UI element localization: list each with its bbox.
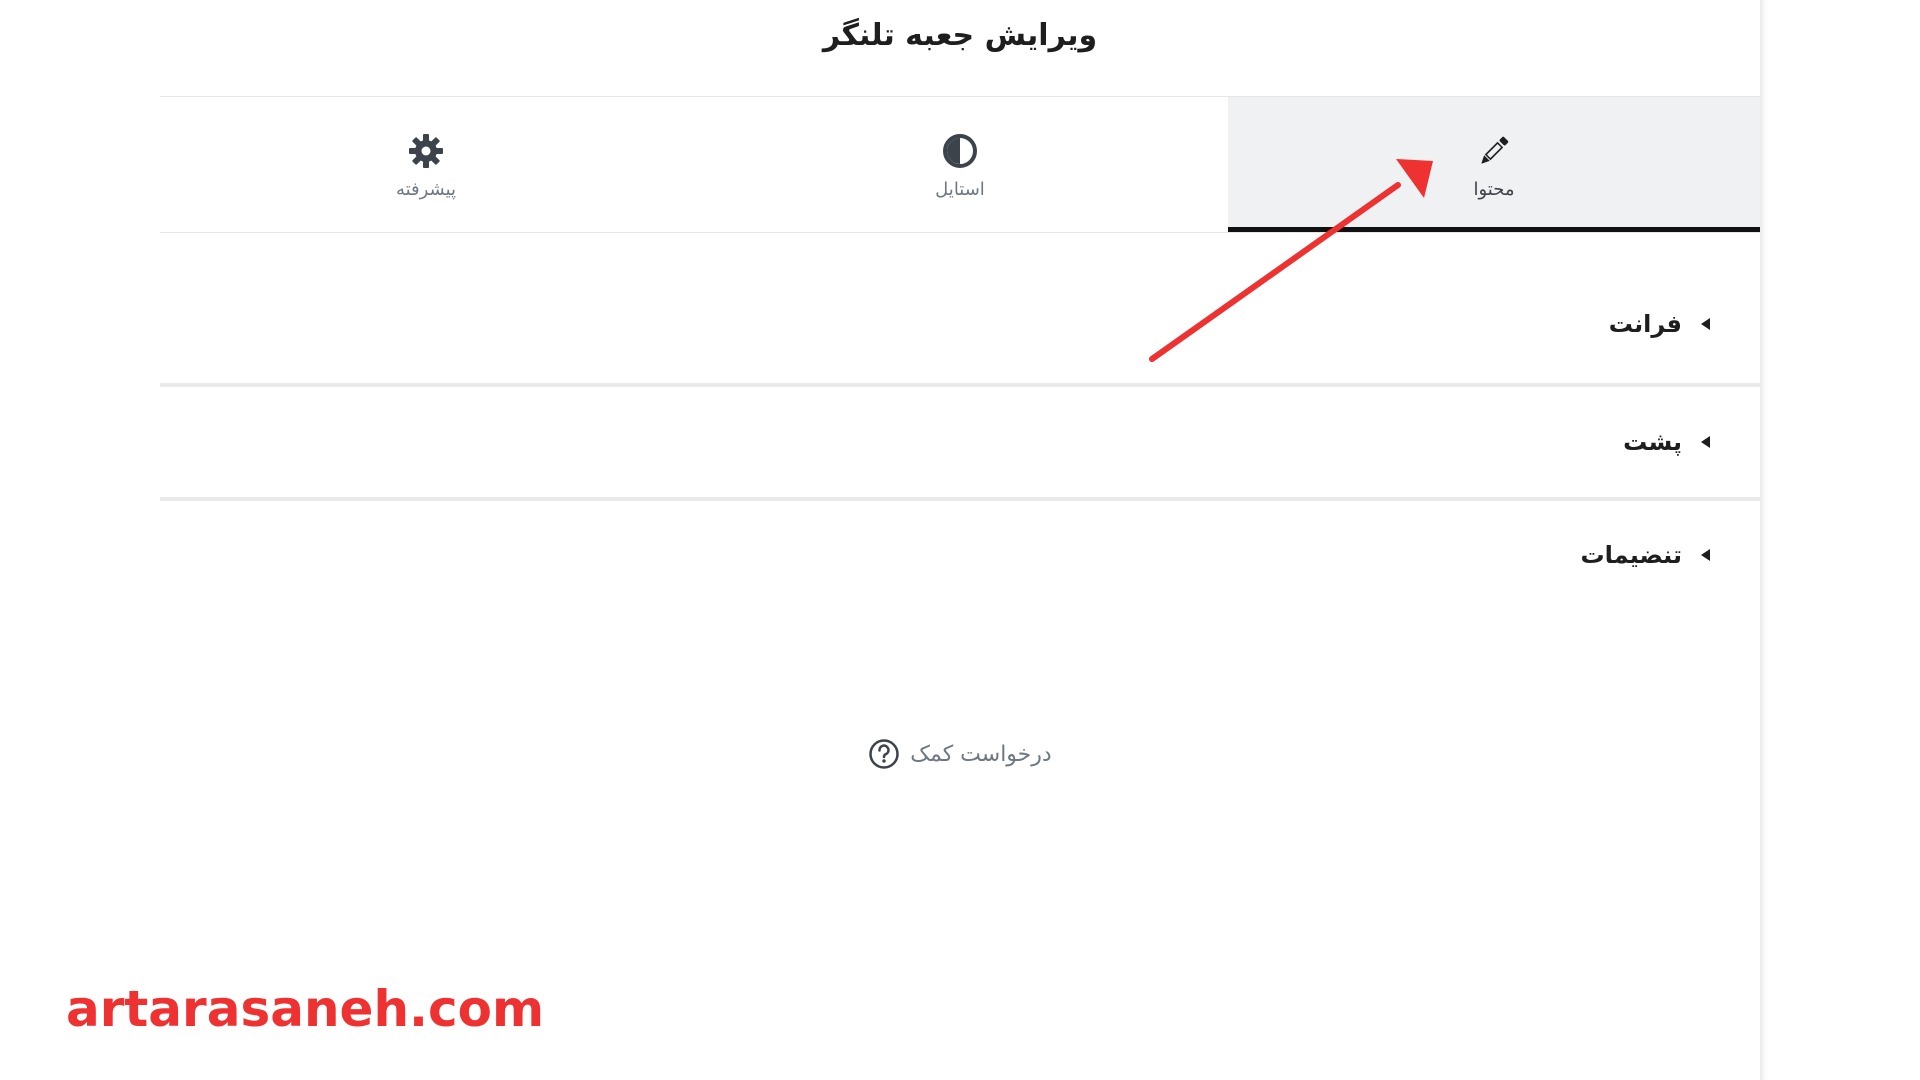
tab-bar: پیشرفته استایل محتوا (160, 97, 1760, 233)
caret-left-icon (1701, 549, 1710, 561)
gear-icon (409, 133, 443, 168)
tab-style[interactable]: استایل (692, 97, 1228, 233)
section-front[interactable]: فرانت (160, 300, 1760, 348)
section-settings[interactable]: تنضیمات (160, 531, 1760, 579)
section-back-title: پشت (1623, 428, 1682, 456)
tabs-divider (160, 232, 1760, 233)
watermark: artarasaneh.com (66, 980, 545, 1038)
edit-panel: ویرایش جعبه تلنگر پیشرفته استایل محتوا ف… (160, 0, 1760, 1080)
tab-advanced-label: پیشرفته (395, 178, 457, 200)
tab-content[interactable]: محتوا (1228, 97, 1760, 233)
contrast-icon (943, 133, 977, 168)
caret-left-icon (1701, 436, 1710, 448)
section-divider (160, 383, 1760, 387)
section-settings-title: تنضیمات (1580, 541, 1682, 569)
panel-title: ویرایش جعبه تلنگر (822, 18, 1098, 53)
help-request-label: درخواست کمک (910, 741, 1052, 767)
section-front-title: فرانت (1608, 310, 1682, 338)
caret-left-icon (1701, 318, 1710, 330)
tab-content-label: محتوا (1473, 178, 1515, 200)
question-circle-icon (869, 739, 900, 769)
panel-shadow (1762, 0, 1768, 1080)
section-back[interactable]: پشت (160, 418, 1760, 466)
pencil-icon (1481, 136, 1509, 164)
tab-style-label: استایل (935, 178, 985, 200)
tab-advanced[interactable]: پیشرفته (160, 97, 692, 233)
section-divider (160, 497, 1760, 501)
help-request-link[interactable]: درخواست کمک (160, 738, 1760, 770)
page: ویرایش جعبه تلنگر پیشرفته استایل محتوا ف… (0, 0, 1920, 1080)
